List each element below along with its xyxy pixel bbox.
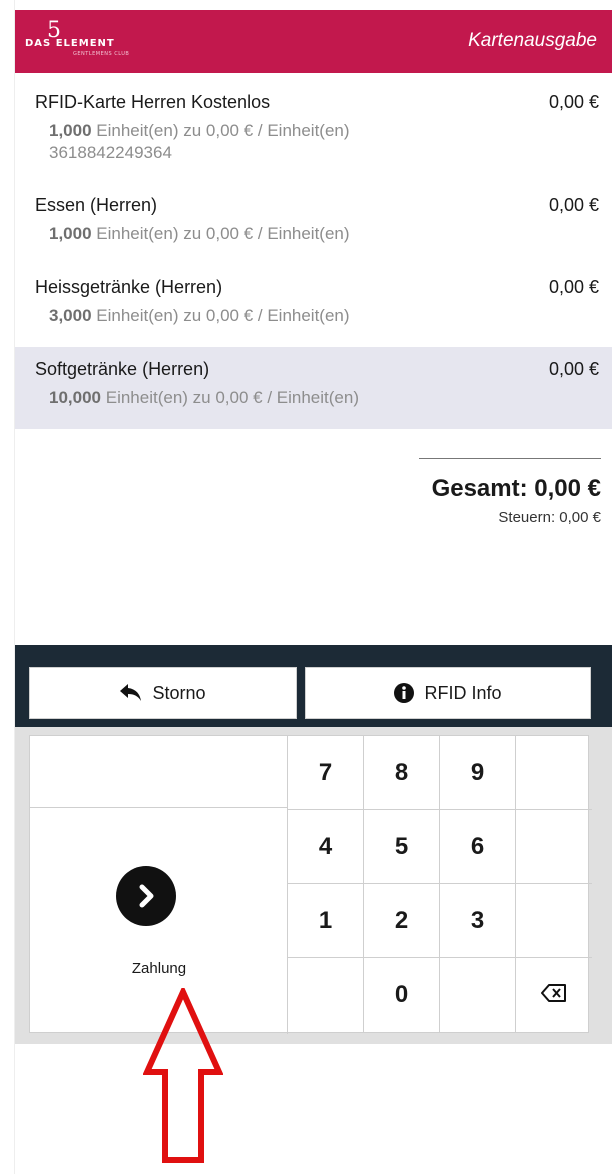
key-3[interactable]: 3: [440, 884, 516, 958]
order-line-qty: 3,000: [49, 306, 92, 325]
key-0[interactable]: 0: [364, 958, 440, 1032]
key-6[interactable]: 6: [440, 810, 516, 884]
order-line-unit: Einheit(en) zu 0,00 € / Einheit(en): [105, 388, 359, 407]
order-line-name: RFID-Karte Herren Kostenlos: [35, 92, 271, 112]
logo-brand: DAS ELEMENT: [25, 38, 115, 49]
order-line-price: 0,00 €: [548, 277, 599, 297]
key-blank: [288, 958, 364, 1032]
order-line-detail: 3,000 Einheit(en) zu 0,00 € / Einheit(en…: [49, 306, 597, 326]
key-4[interactable]: 4: [288, 810, 364, 884]
order-line-name: Essen (Herren): [35, 195, 158, 215]
order-list: RFID-Karte Herren Kostenlos 0,00 € 1,000…: [15, 80, 612, 429]
key-2[interactable]: 2: [364, 884, 440, 958]
order-line-price: 0,00 €: [548, 195, 599, 215]
order-line[interactable]: Heissgetränke (Herren) 0,00 € 3,000 Einh…: [15, 265, 612, 347]
order-line-detail: 1,000 Einheit(en) zu 0,00 € / Einheit(en…: [49, 121, 597, 141]
info-circle-icon: [394, 683, 415, 703]
key-7[interactable]: 7: [288, 736, 364, 810]
key-9[interactable]: 9: [440, 736, 516, 810]
order-line-qty: 1,000: [49, 224, 92, 243]
order-line-name: Softgetränke (Herren): [35, 359, 210, 379]
order-totals: Gesamt: 0,00 € Steuern: 0,00 €: [419, 458, 601, 526]
reply-arrow-icon: [120, 684, 142, 702]
order-line-name: Heissgetränke (Herren): [35, 277, 223, 297]
storno-label: Storno: [152, 682, 206, 703]
numpad: Zahlung 7 8 9 4 5 6 1 2 3 0: [29, 735, 592, 1034]
order-line-detail: 1,000 Einheit(en) zu 0,00 € / Einheit(en…: [49, 224, 597, 244]
header-bar: 5 DAS ELEMENT GENTLEMENS CLUB Kartenausg…: [15, 10, 612, 73]
pos-screen: 5 DAS ELEMENT GENTLEMENS CLUB Kartenausg…: [14, 0, 612, 1174]
key-1[interactable]: 1: [288, 884, 364, 958]
backspace-button[interactable]: [516, 958, 592, 1032]
key-blank: [440, 958, 516, 1032]
numpad-empty-cell: [30, 736, 288, 808]
numpad-area: Zahlung 7 8 9 4 5 6 1 2 3 0: [15, 727, 612, 1044]
key-blank: [516, 810, 592, 884]
key-blank: [516, 736, 592, 810]
order-line-unit: Einheit(en) zu 0,00 € / Einheit(en): [96, 306, 350, 325]
page-title: Kartenausgabe: [468, 30, 597, 51]
control-bar: Storno RFID Info: [15, 645, 612, 727]
order-line-detail: 10,000 Einheit(en) zu 0,00 € / Einheit(e…: [49, 388, 597, 408]
order-line-price: 0,00 €: [548, 359, 599, 379]
order-line-qty: 10,000: [49, 388, 101, 407]
rfid-info-label: RFID Info: [424, 682, 502, 703]
order-line-unit: Einheit(en) zu 0,00 € / Einheit(en): [96, 121, 350, 140]
total-amount: Gesamt: 0,00 €: [431, 475, 601, 502]
tax-amount: Steuern: 0,00 €: [498, 509, 601, 526]
rfid-info-button[interactable]: RFID Info: [305, 667, 591, 719]
payment-label: Zahlung: [131, 960, 187, 977]
red-up-arrow-icon: [142, 984, 224, 1169]
order-line-price: 0,00 €: [548, 92, 599, 112]
order-line-unit: Einheit(en) zu 0,00 € / Einheit(en): [96, 224, 350, 243]
chevron-right-circle-icon: [116, 866, 176, 926]
key-5[interactable]: 5: [364, 810, 440, 884]
key-8[interactable]: 8: [364, 736, 440, 810]
order-line[interactable]: RFID-Karte Herren Kostenlos 0,00 € 1,000…: [15, 80, 612, 183]
order-line[interactable]: Essen (Herren) 0,00 € 1,000 Einheit(en) …: [15, 183, 612, 265]
brand-logo: 5 DAS ELEMENT GENTLEMENS CLUB: [25, 18, 165, 60]
backspace-icon: [541, 981, 567, 1009]
storno-button[interactable]: Storno: [29, 667, 297, 719]
order-line-code: 3618842249364: [49, 143, 172, 162]
logo-subtitle: GENTLEMENS CLUB: [73, 51, 130, 57]
key-blank: [516, 884, 592, 958]
order-line-qty: 1,000: [49, 121, 92, 140]
order-line-selected[interactable]: Softgetränke (Herren) 0,00 € 10,000 Einh…: [15, 347, 612, 429]
